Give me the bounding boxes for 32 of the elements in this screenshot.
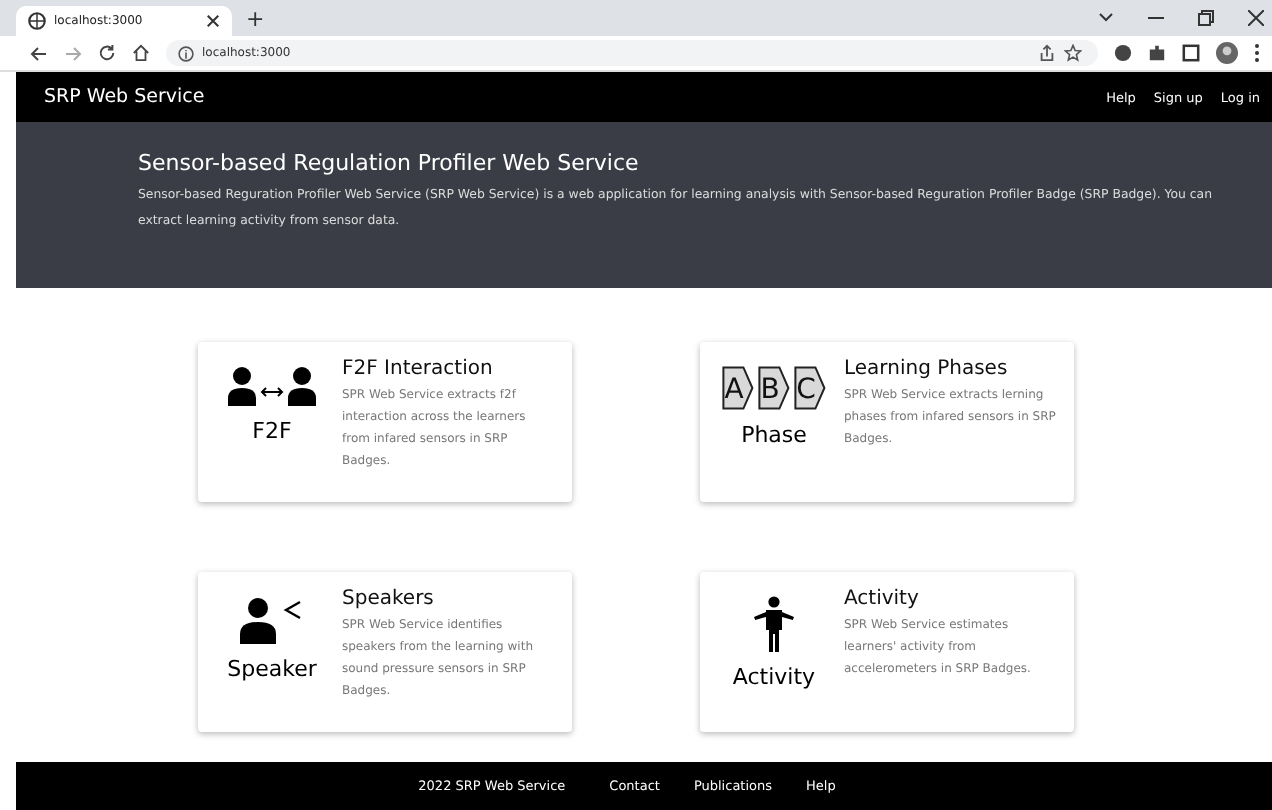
chevron-icon[interactable] [1098,12,1114,24]
card-caption: Phase [741,422,807,448]
home-icon[interactable] [132,44,150,62]
reload-icon[interactable] [98,44,116,62]
globe-icon [28,12,46,30]
info-icon [178,45,194,61]
card-title: Speakers [342,588,436,610]
two-people-icon [228,366,316,406]
standing-person-icon [752,596,796,652]
card-caption: F2F [252,418,292,444]
phase-step-icon: A [722,366,754,410]
card-caption: Speaker [227,656,317,682]
card-title: F2F Interaction [342,358,495,380]
star-icon[interactable] [1064,44,1082,62]
avatar-icon[interactable] [1216,42,1238,64]
close-icon[interactable] [206,14,220,28]
sidebar-icon[interactable] [1182,44,1200,62]
share-icon[interactable] [1038,44,1056,62]
card-title: Learning Phases [844,358,1010,380]
more-icon[interactable] [1254,44,1260,62]
restore-icon[interactable] [1198,10,1214,26]
speaking-person-icon [240,596,304,644]
close-icon[interactable] [1248,10,1264,26]
phase-step-icon: C [794,366,826,410]
hero-title: Sensor-based Regulation Profiler Web Service [138,150,641,176]
new-tab-button[interactable]: + [246,7,265,29]
card-caption: Activity [732,664,816,690]
phase-step-icon: B [758,366,790,410]
back-icon[interactable] [30,45,48,61]
card-title: Activity [844,588,921,610]
brand-link[interactable]: SRP Web Service [44,86,205,108]
minimize-icon[interactable] [1148,12,1164,24]
